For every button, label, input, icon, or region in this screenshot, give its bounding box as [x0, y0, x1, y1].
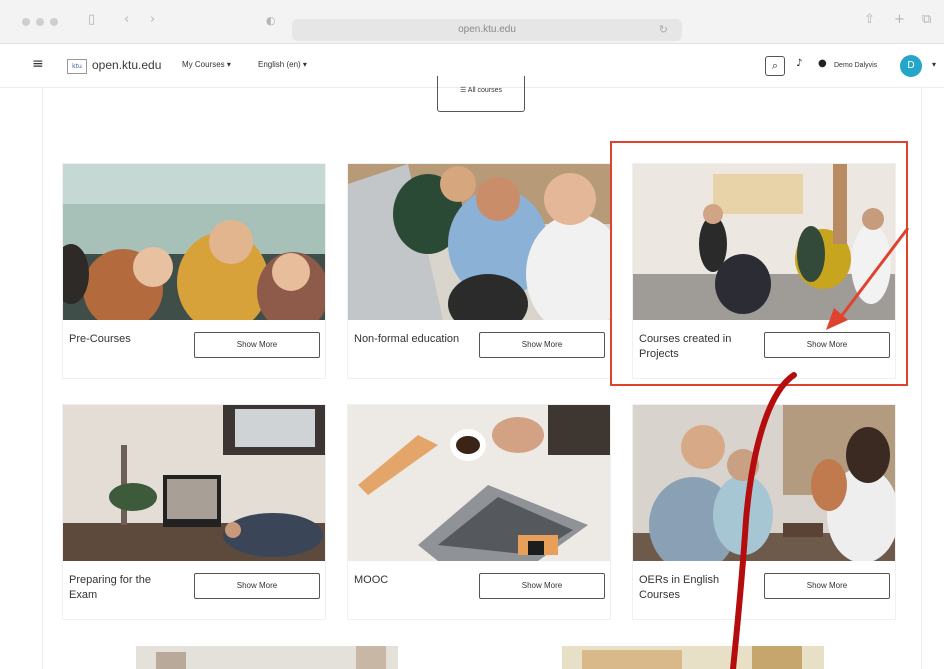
address-bar[interactable]: open.ktu.edu ↻ — [292, 19, 682, 41]
reload-icon[interactable]: ↻ — [659, 19, 668, 41]
course-card-mooc: MOOC Show More — [347, 404, 611, 620]
share-icon[interactable]: ⇧ — [864, 12, 875, 27]
show-more-button[interactable]: Show More — [479, 573, 605, 599]
menu-my-courses[interactable]: My Courses ▾ — [182, 60, 231, 69]
course-title[interactable]: OERs in English Courses — [639, 573, 749, 603]
course-image[interactable] — [348, 164, 610, 320]
course-image[interactable] — [633, 405, 895, 561]
url-text: open.ktu.edu — [458, 24, 516, 35]
minimize-window-icon[interactable] — [36, 18, 44, 26]
course-title[interactable]: Non-formal education — [354, 332, 464, 347]
show-more-button[interactable]: Show More — [479, 332, 605, 358]
user-menu-chevron-icon[interactable]: ▾ — [932, 60, 936, 69]
bell-icon[interactable]: ♪ — [796, 58, 802, 69]
hamburger-icon[interactable]: ≡ — [32, 56, 44, 72]
course-image-partial — [136, 646, 398, 669]
chat-icon[interactable]: ● — [818, 58, 827, 69]
new-tab-icon[interactable]: + — [894, 12, 905, 27]
tabs-icon[interactable]: ⧉ — [922, 12, 931, 27]
course-title[interactable]: MOOC — [354, 573, 464, 588]
browser-toolbar: ▯ ‹ › ◐ open.ktu.edu ↻ ⇧ + ⧉ — [0, 0, 944, 44]
site-logo[interactable]: ktu — [67, 59, 87, 74]
course-card-oers-in-english-courses: OERs in English Courses Show More — [632, 404, 896, 620]
show-more-button[interactable]: Show More — [194, 332, 320, 358]
course-image[interactable] — [63, 164, 325, 320]
course-card-non-formal-education: Non-formal education Show More — [347, 163, 611, 379]
annotation-highlight-box — [610, 141, 908, 386]
sidebar-icon[interactable]: ▯ — [88, 12, 95, 27]
course-title[interactable]: Pre-Courses — [69, 332, 179, 347]
show-more-button[interactable]: Show More — [194, 573, 320, 599]
course-image[interactable] — [63, 405, 325, 561]
user-name[interactable]: Demo Dalyvis — [834, 62, 877, 69]
all-courses-button[interactable]: ☰ All courses — [437, 76, 525, 112]
forward-icon[interactable]: › — [150, 12, 155, 27]
course-image[interactable] — [348, 405, 610, 561]
show-more-button[interactable]: Show More — [764, 573, 890, 599]
course-card-pre-courses: Pre-Courses Show More — [62, 163, 326, 379]
back-icon[interactable]: ‹ — [124, 12, 129, 27]
course-title[interactable]: Preparing for the Exam — [69, 573, 179, 603]
privacy-icon[interactable]: ◐ — [266, 14, 276, 27]
search-icon[interactable]: ⌕ — [765, 56, 785, 76]
course-card-preparing-for-the-exam: Preparing for the Exam Show More — [62, 404, 326, 620]
menu-language[interactable]: English (en) ▾ — [258, 60, 307, 69]
site-name[interactable]: open.ktu.edu — [92, 58, 161, 72]
close-window-icon[interactable] — [22, 18, 30, 26]
avatar[interactable]: D — [900, 55, 922, 77]
zoom-window-icon[interactable] — [50, 18, 58, 26]
course-image-partial — [562, 646, 824, 669]
